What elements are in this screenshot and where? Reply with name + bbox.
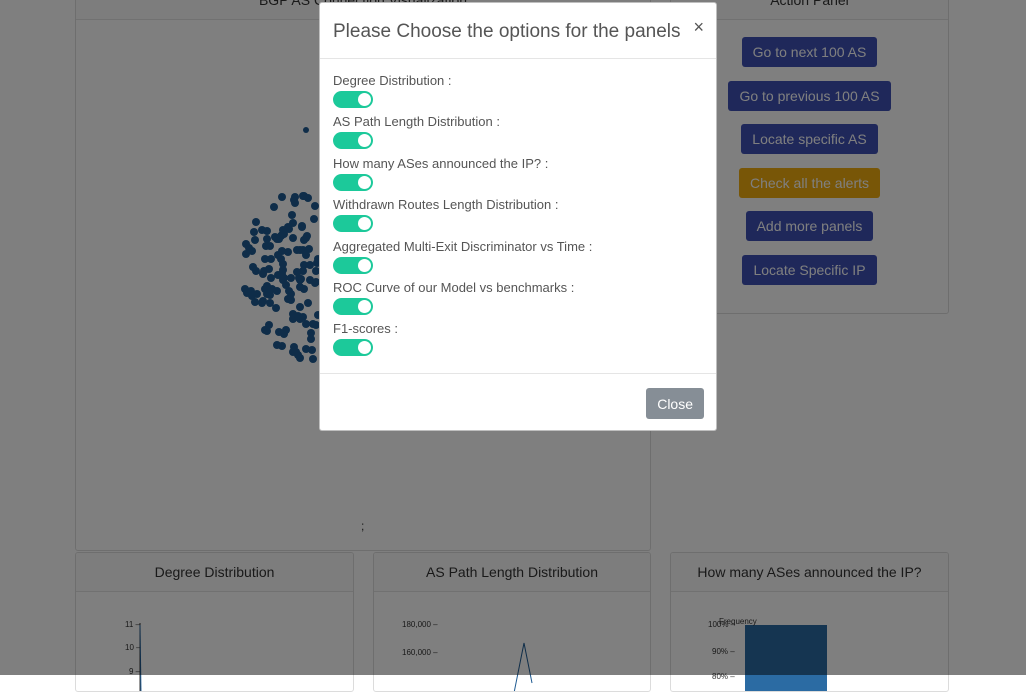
option-f1-scores: F1-scores :	[333, 321, 703, 362]
close-button[interactable]: Close	[646, 388, 704, 419]
path-length-toggle[interactable]	[333, 132, 373, 150]
option-label: Aggregated Multi-Exit Discriminator vs T…	[333, 238, 593, 254]
option-label: AS Path Length Distribution :	[333, 114, 500, 130]
withdrawn-routes-toggle[interactable]	[333, 215, 373, 233]
modal-footer: Close	[320, 373, 716, 432]
med-vs-time-toggle[interactable]	[333, 256, 373, 274]
modal-body: Degree Distribution : AS Path Length Dis…	[320, 59, 716, 363]
option-label: F1-scores :	[333, 321, 399, 337]
degree-distribution-toggle[interactable]	[333, 91, 373, 108]
announced-ip-toggle[interactable]	[333, 173, 373, 191]
f1-scores-toggle[interactable]	[333, 339, 373, 357]
panel-options-modal: Please Choose the options for the panels…	[319, 2, 717, 431]
option-roc-curve: ROC Curve of our Model vs benchmarks :	[333, 280, 703, 321]
option-path-length: AS Path Length Distribution :	[333, 114, 703, 155]
option-label: Degree Distribution :	[333, 73, 452, 88]
option-withdrawn-routes: Withdrawn Routes Length Distribution :	[333, 197, 703, 238]
option-degree-distribution: Degree Distribution :	[333, 73, 703, 114]
option-label: How many ASes announced the IP? :	[333, 155, 549, 171]
option-label: ROC Curve of our Model vs benchmarks :	[333, 279, 575, 295]
roc-curve-toggle[interactable]	[333, 297, 373, 315]
option-med-vs-time: Aggregated Multi-Exit Discriminator vs T…	[333, 239, 703, 280]
modal-title: Please Choose the options for the panels	[333, 21, 681, 42]
close-icon[interactable]: ×	[693, 17, 704, 38]
option-announced-ip: How many ASes announced the IP? :	[333, 156, 703, 197]
modal-header: Please Choose the options for the panels…	[320, 3, 716, 59]
option-label: Withdrawn Routes Length Distribution :	[333, 197, 559, 213]
